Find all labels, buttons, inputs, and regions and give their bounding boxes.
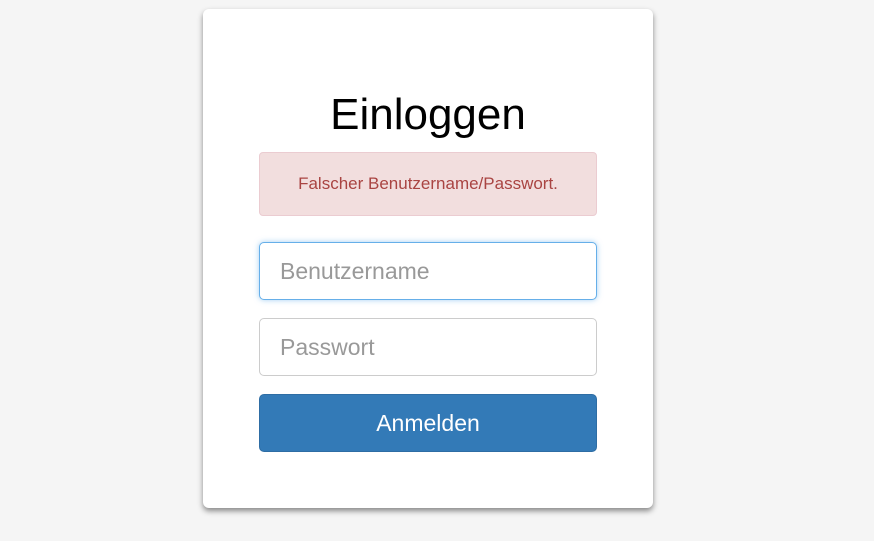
- login-card: Einloggen Falscher Benutzername/Passwort…: [203, 9, 653, 508]
- login-button[interactable]: Anmelden: [259, 394, 597, 452]
- page-title: Einloggen: [330, 90, 526, 139]
- username-input[interactable]: [259, 242, 597, 300]
- login-button-label: Anmelden: [376, 409, 480, 436]
- error-message: Falscher Benutzername/Passwort.: [298, 174, 558, 193]
- error-alert: Falscher Benutzername/Passwort.: [259, 152, 597, 216]
- password-input[interactable]: [259, 318, 597, 376]
